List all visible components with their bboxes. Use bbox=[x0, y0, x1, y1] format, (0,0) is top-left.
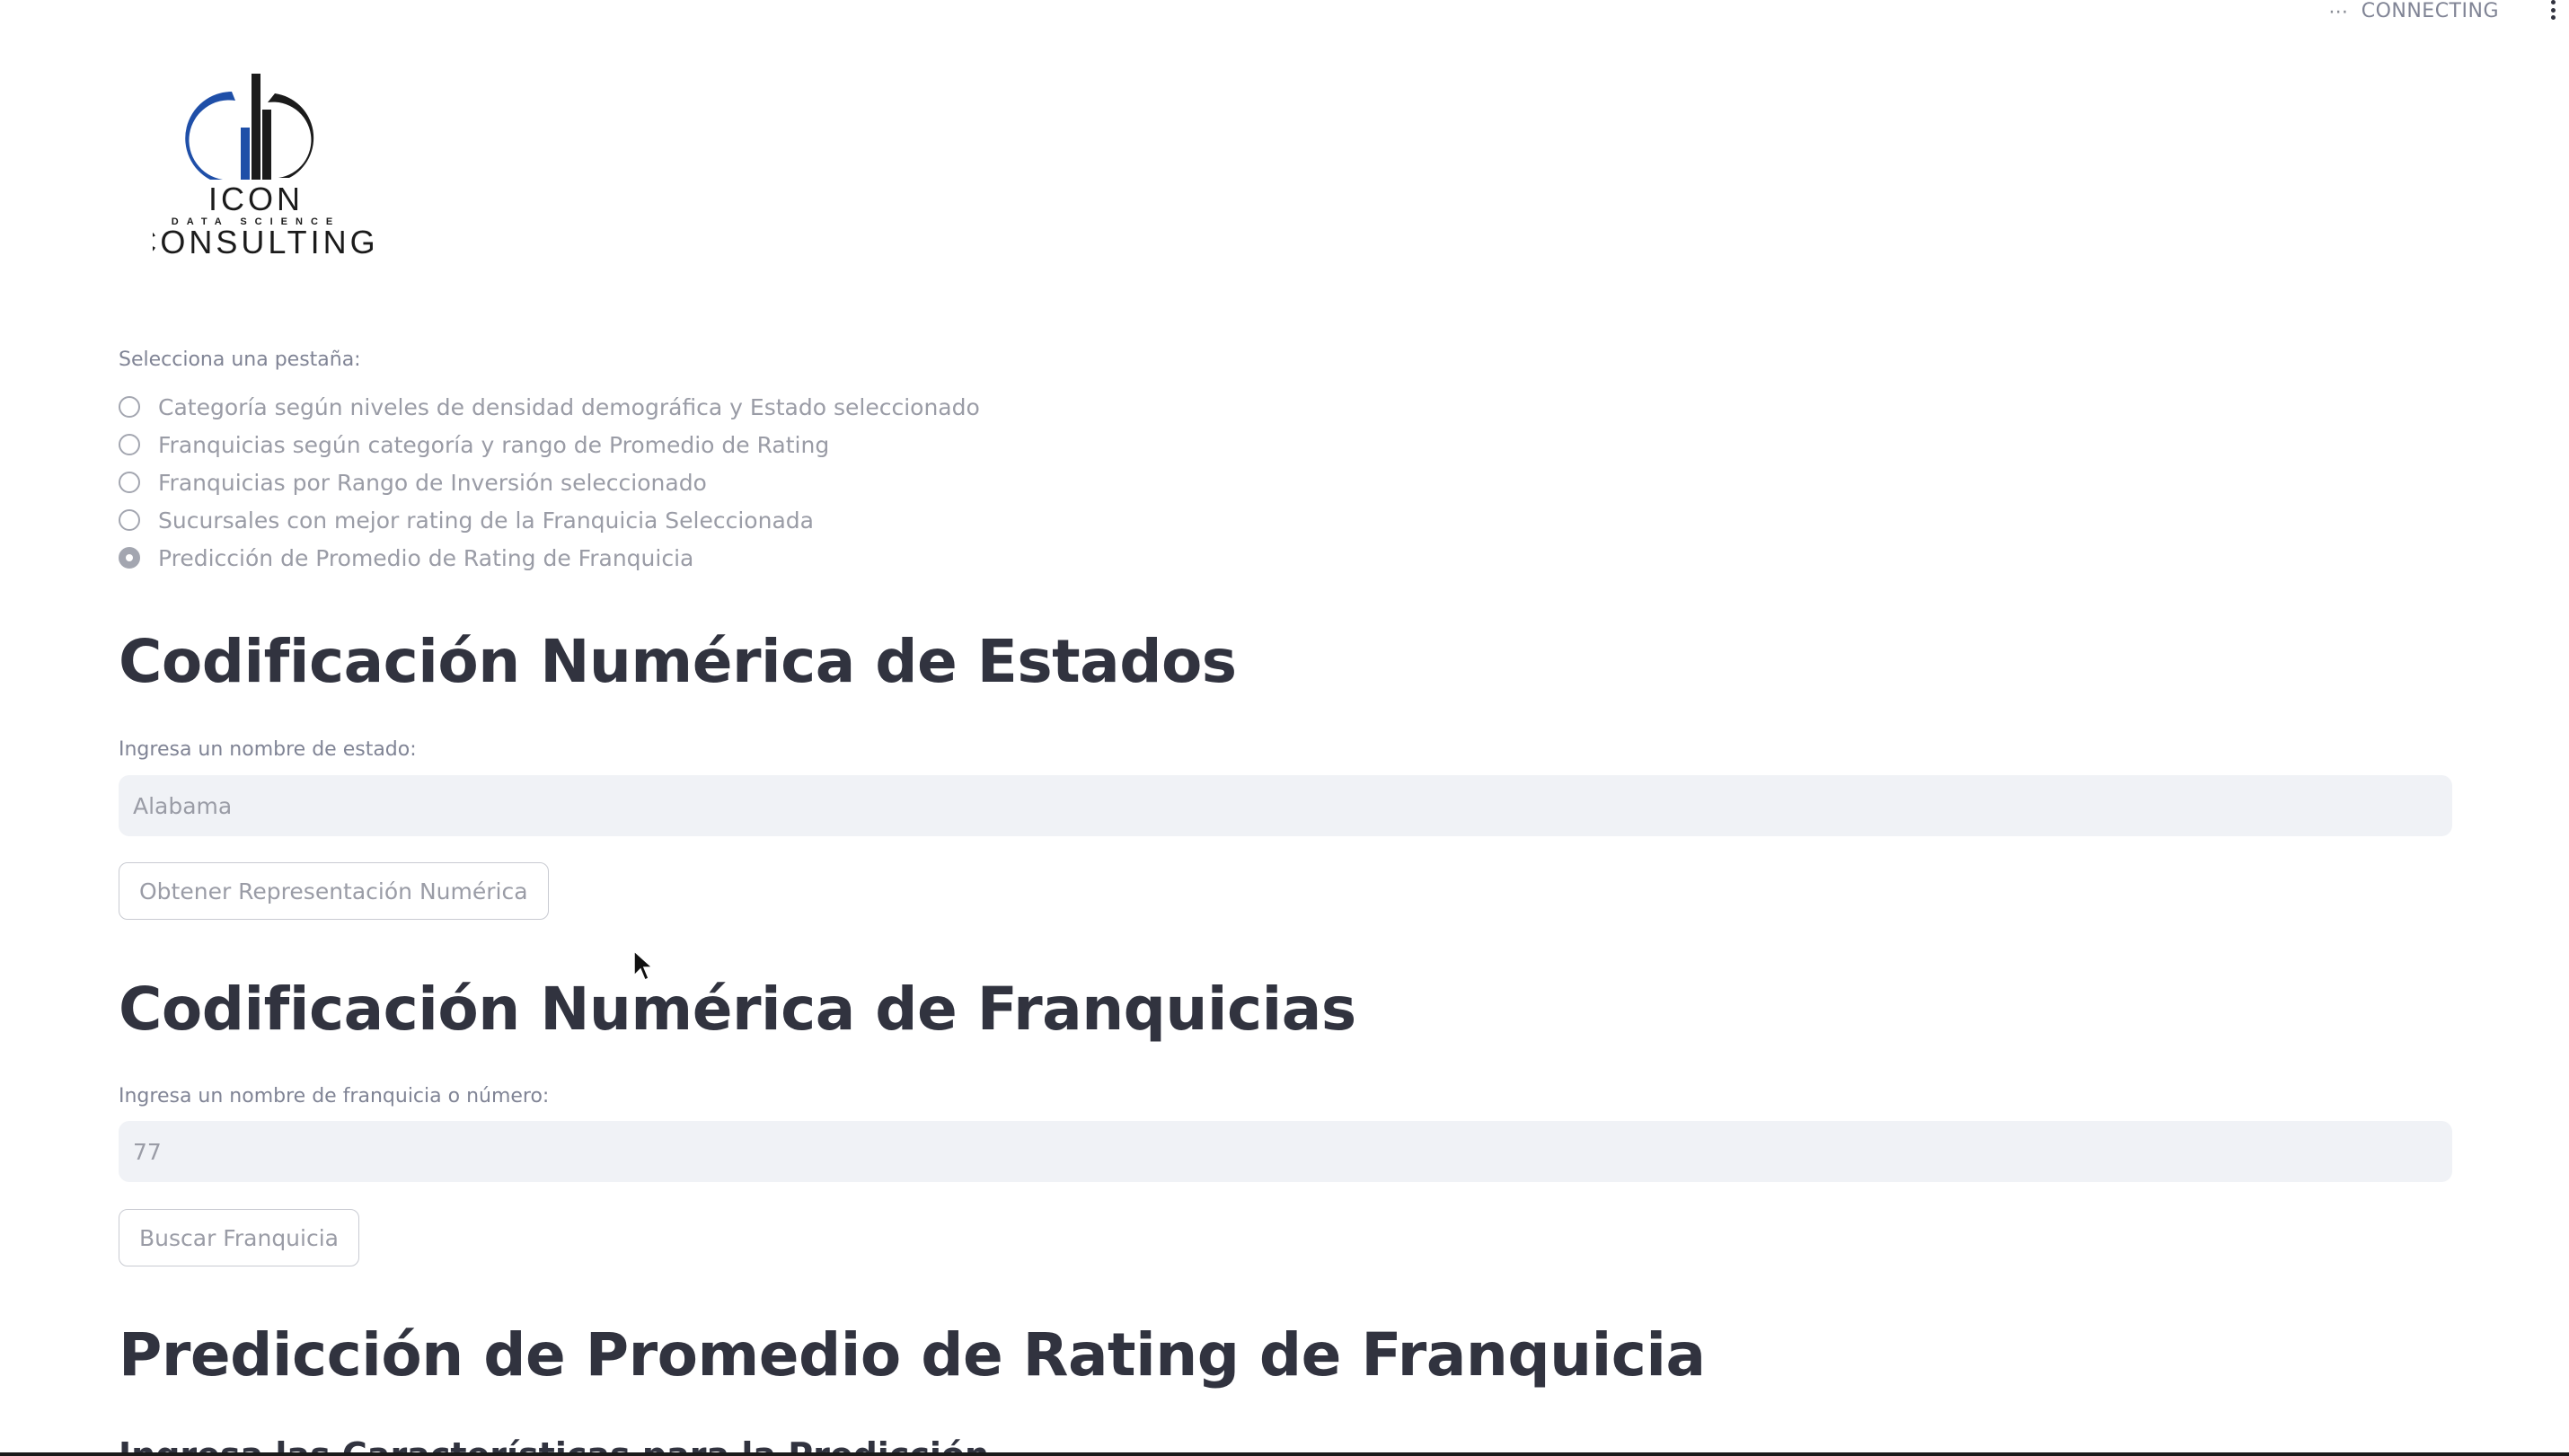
get-numeric-representation-button[interactable]: Obtener Representación Numérica bbox=[119, 862, 549, 920]
running-dots-icon: ⋯ bbox=[2328, 0, 2349, 23]
franchise-input[interactable] bbox=[119, 1121, 2452, 1182]
franchise-section-title: Codificación Numérica de Franquicias bbox=[119, 975, 1356, 1044]
radio-option-prediccion[interactable]: Predicción de Promedio de Rating de Fran… bbox=[119, 539, 980, 577]
tab-selector-radio-group: Categoría según niveles de densidad demo… bbox=[119, 388, 980, 577]
radio-option-inversion[interactable]: Franquicias por Rango de Inversión selec… bbox=[119, 463, 980, 501]
company-logo: ICON DATA SCIENCE CONSULTING bbox=[153, 74, 395, 262]
main-menu-icon[interactable] bbox=[2549, 0, 2556, 20]
radio-unchecked-icon bbox=[119, 396, 140, 418]
radio-option-densidad[interactable]: Categoría según niveles de densidad demo… bbox=[119, 388, 980, 426]
mouse-cursor-icon bbox=[633, 950, 653, 982]
radio-checked-icon bbox=[119, 547, 140, 569]
states-section-title: Codificación Numérica de Estados bbox=[119, 627, 1237, 696]
state-name-input[interactable] bbox=[119, 775, 2452, 836]
state-input-label: Ingresa un nombre de estado: bbox=[119, 738, 417, 761]
search-franchise-button[interactable]: Buscar Franquicia bbox=[119, 1209, 359, 1266]
window-bottom-edge bbox=[0, 1452, 2569, 1456]
connection-status-label: ⋯ CONNECTING bbox=[2328, 0, 2499, 23]
prediction-section-title: Predicción de Promedio de Rating de Fran… bbox=[119, 1320, 1706, 1390]
radio-unchecked-icon bbox=[119, 509, 140, 531]
app-page: ⋯ CONNECTING ICON DATA SCIENCE CONSULTING… bbox=[0, 0, 2569, 1456]
logo-text-consulting: CONSULTING bbox=[153, 224, 379, 260]
tab-selector-label: Selecciona una pestaña: bbox=[119, 349, 361, 371]
logo-text-icon: ICON bbox=[208, 181, 304, 217]
radio-unchecked-icon bbox=[119, 472, 140, 493]
radio-unchecked-icon bbox=[119, 434, 140, 455]
logo-graphic: ICON DATA SCIENCE CONSULTING bbox=[153, 74, 379, 260]
radio-option-sucursales[interactable]: Sucursales con mejor rating de la Franqu… bbox=[119, 501, 980, 539]
franchise-input-label: Ingresa un nombre de franquicia o número… bbox=[119, 1085, 550, 1107]
radio-option-categoria-rating[interactable]: Franquicias según categoría y rango de P… bbox=[119, 426, 980, 463]
